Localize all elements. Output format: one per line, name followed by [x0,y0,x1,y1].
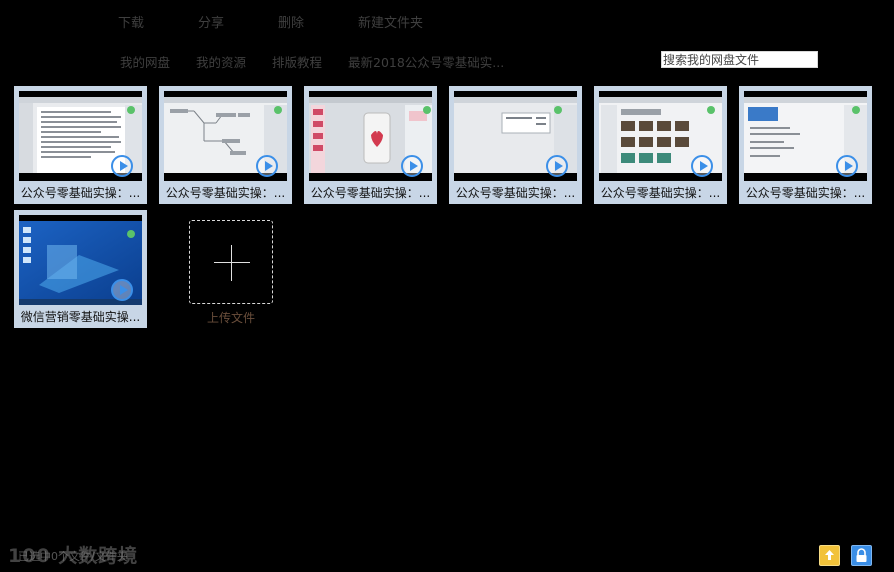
tab-my-resources[interactable]: 我的资源 [196,52,246,71]
delete-button[interactable]: 删除 [278,12,304,31]
file-title: 公众号零基础实操：... [20,186,141,200]
file-title: 公众号零基础实操：... [165,186,286,200]
play-icon [111,155,133,177]
upload-icon[interactable] [819,545,840,566]
padlock-icon [856,548,867,562]
file-card[interactable]: 微信营销零基础实操... [14,210,147,328]
file-title: 公众号零基础实操：... [745,186,866,200]
file-card[interactable]: 公众号零基础实操：... [159,86,292,204]
play-icon [836,155,858,177]
file-title: 公众号零基础实操：... [455,186,576,200]
download-button[interactable]: 下载 [118,12,144,31]
file-title: 微信营销零基础实操... [20,310,141,324]
file-card[interactable]: 公众号零基础实操：... [14,86,147,204]
tab-my-netdisk[interactable]: 我的网盘 [120,52,170,71]
file-card[interactable]: 公众号零基础实操：... [594,86,727,204]
plus-icon-vertical [231,245,232,281]
file-title: 公众号零基础实操：... [310,186,431,200]
video-thumbnail [309,91,432,181]
upload-file-button[interactable] [189,220,273,304]
upload-arrow-icon [825,550,834,560]
video-thumbnail [164,91,287,181]
play-icon [401,155,423,177]
play-icon [111,279,133,301]
play-icon [546,155,568,177]
video-thumbnail [744,91,867,181]
watermark: 100 大数跨境 [8,545,139,567]
video-thumbnail [19,91,142,181]
upload-file-label: 上传文件 [206,311,255,325]
file-title: 公众号零基础实操：... [600,186,721,200]
toolbar: 下载 分享 删除 新建文件夹 [0,0,894,40]
lock-icon[interactable] [851,545,872,566]
file-card[interactable]: 公众号零基础实操：... [304,86,437,204]
share-button[interactable]: 分享 [198,12,224,31]
file-card[interactable]: 公众号零基础实操：... [449,86,582,204]
tab-latest-course[interactable]: 最新2018公众号零基础实... [348,52,504,71]
video-thumbnail [19,215,142,305]
video-thumbnail [454,91,577,181]
search-input[interactable] [661,51,818,68]
plus-icon [214,262,250,263]
tab-layout-tutorial[interactable]: 排版教程 [272,52,322,71]
play-icon [256,155,278,177]
play-icon [691,155,713,177]
video-thumbnail [599,91,722,181]
new-folder-button[interactable]: 新建文件夹 [358,12,423,31]
file-card[interactable]: 公众号零基础实操：... [739,86,872,204]
